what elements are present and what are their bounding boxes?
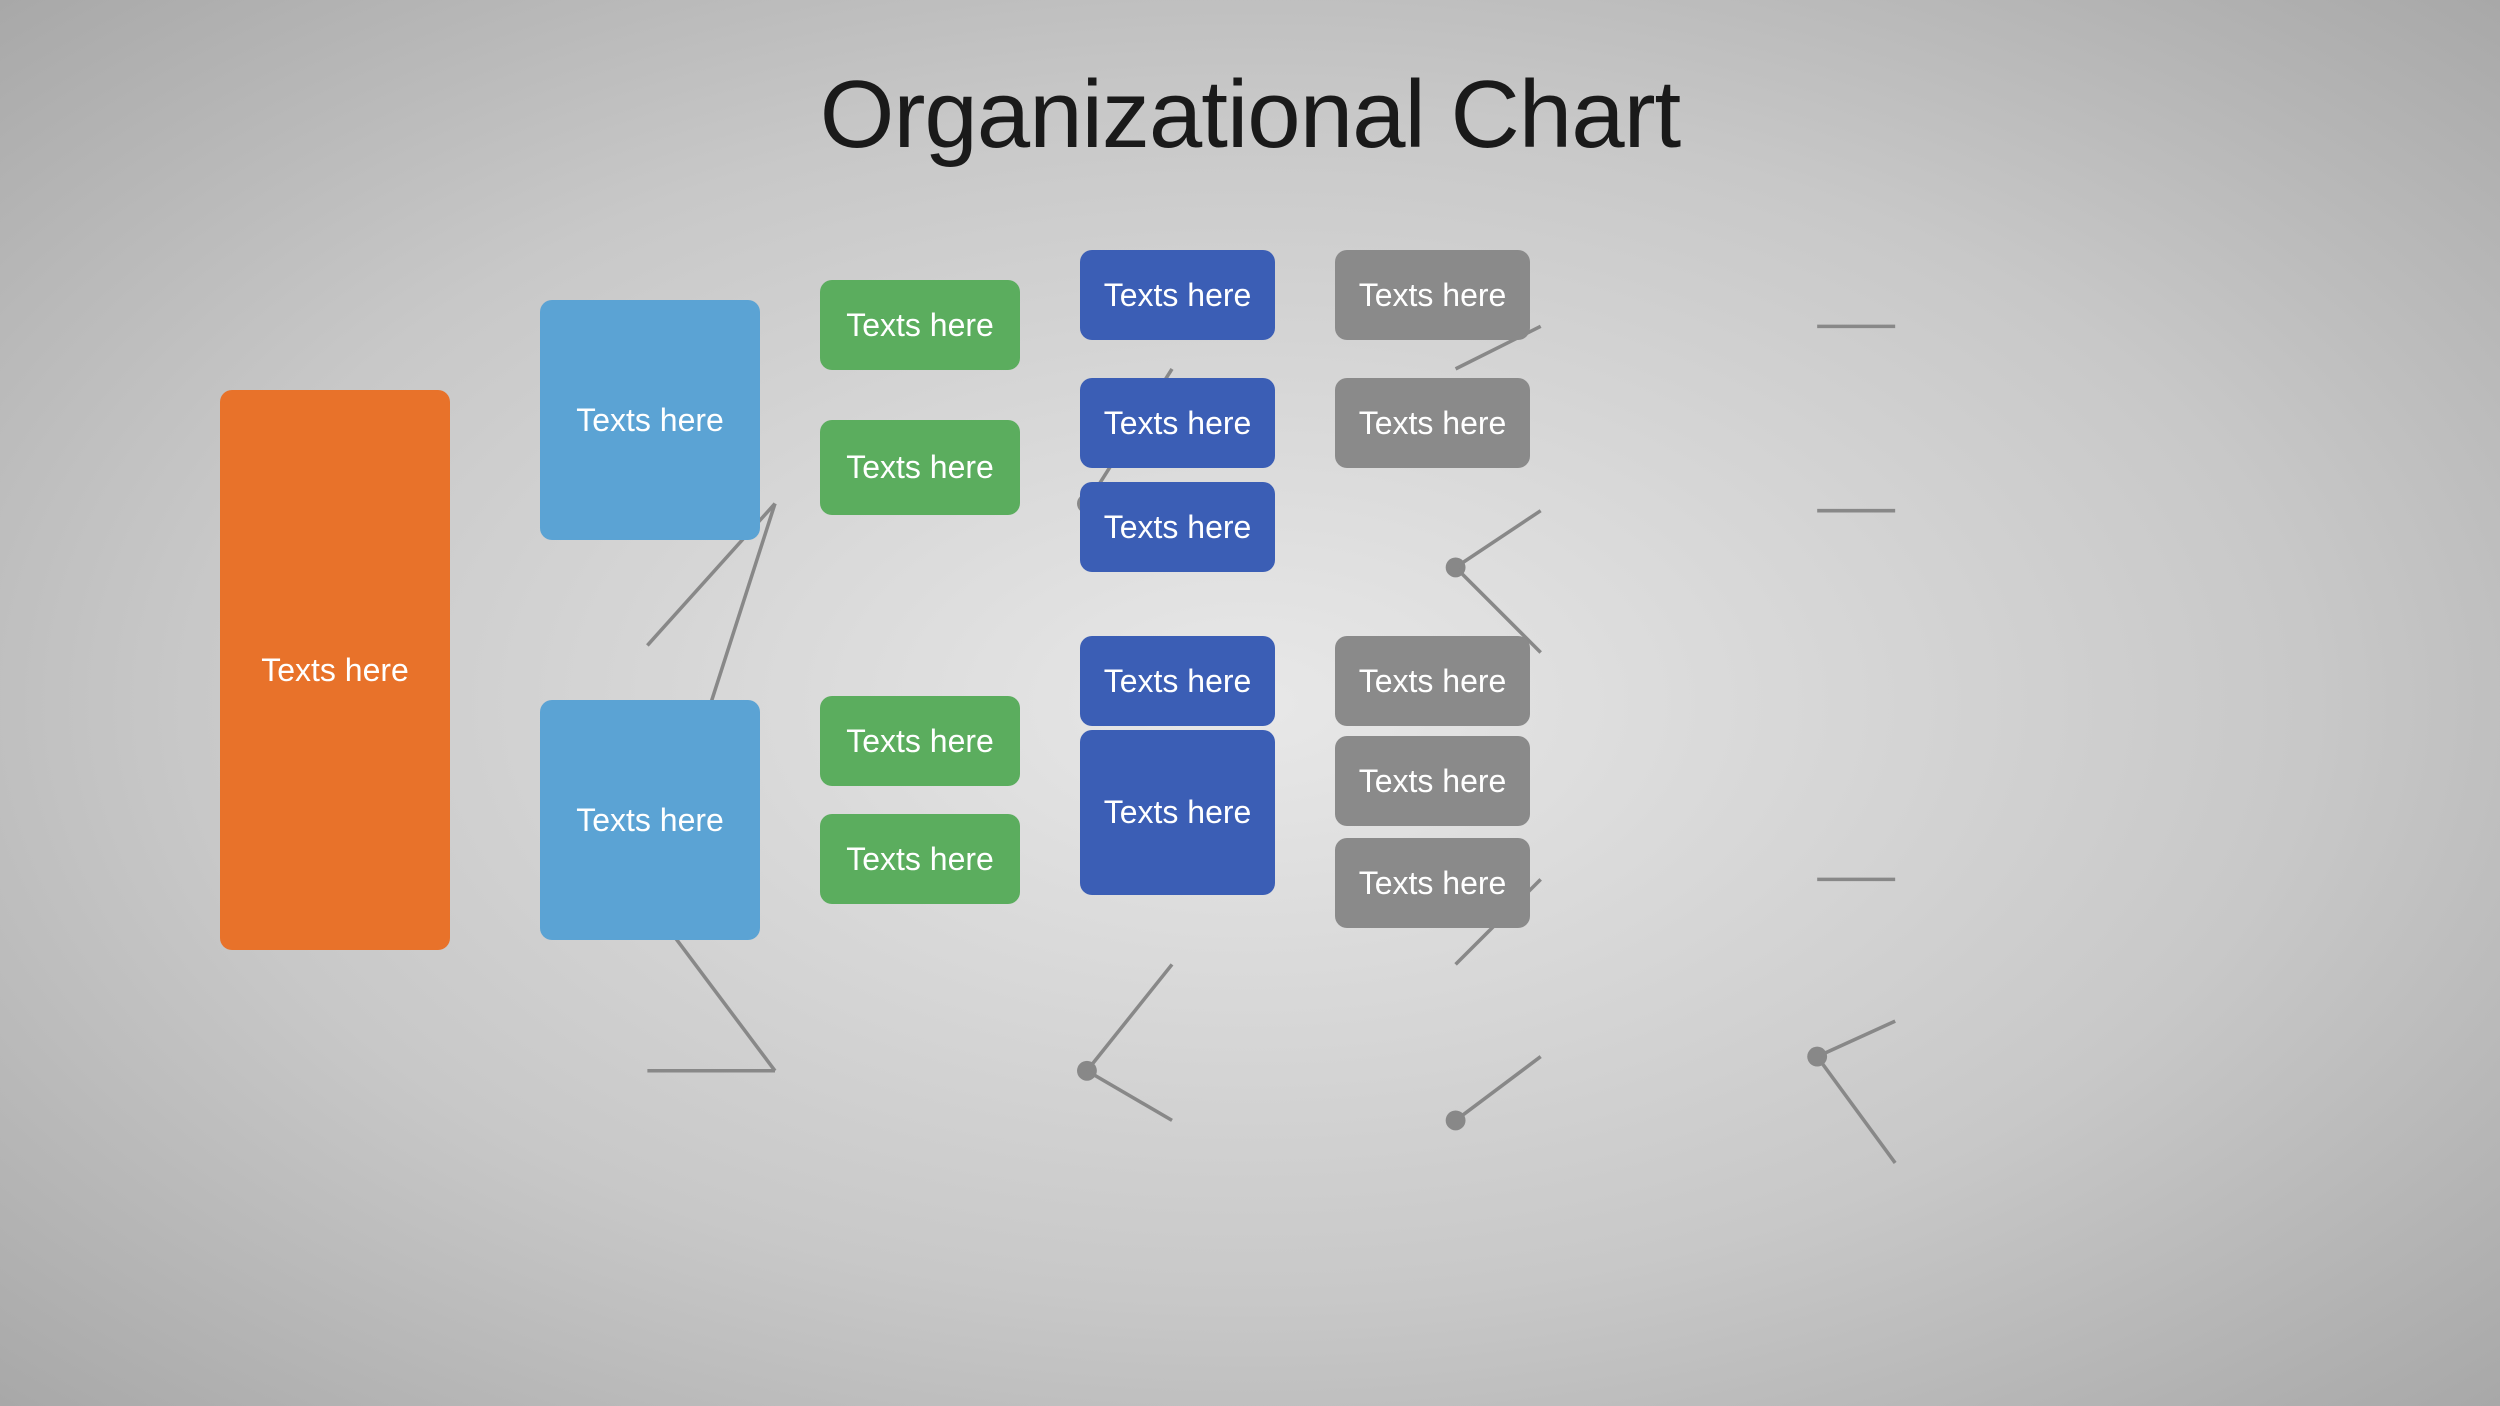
blue2-label: Texts here	[1104, 405, 1252, 442]
green4-label: Texts here	[846, 841, 994, 878]
green2-node[interactable]: Texts here	[820, 420, 1020, 515]
gray4-label: Texts here	[1359, 763, 1507, 800]
green1-node[interactable]: Texts here	[820, 280, 1020, 370]
green3-node[interactable]: Texts here	[820, 696, 1020, 786]
branch1-label: Texts here	[576, 402, 724, 439]
branch2-label: Texts here	[576, 802, 724, 839]
blue1-label: Texts here	[1104, 277, 1252, 314]
blue5-label: Texts here	[1104, 794, 1252, 831]
green4-node[interactable]: Texts here	[820, 814, 1020, 904]
blue1-node[interactable]: Texts here	[1080, 250, 1275, 340]
root-label: Texts here	[261, 652, 409, 689]
branch1-node[interactable]: Texts here	[540, 300, 760, 540]
blue4-label: Texts here	[1104, 663, 1252, 700]
page-title: Organizational Chart	[0, 0, 2500, 170]
green1-label: Texts here	[846, 307, 994, 344]
blue2-node[interactable]: Texts here	[1080, 378, 1275, 468]
blue5-node[interactable]: Texts here	[1080, 730, 1275, 895]
gray2-node[interactable]: Texts here	[1335, 378, 1530, 468]
gray2-label: Texts here	[1359, 405, 1507, 442]
branch2-node[interactable]: Texts here	[540, 700, 760, 940]
blue3-node[interactable]: Texts here	[1080, 482, 1275, 572]
blue3-label: Texts here	[1104, 509, 1252, 546]
green2-label: Texts here	[846, 449, 994, 486]
blue4-node[interactable]: Texts here	[1080, 636, 1275, 726]
green3-label: Texts here	[846, 723, 994, 760]
gray3-node[interactable]: Texts here	[1335, 636, 1530, 726]
chart-area: line { stroke: #888; stroke-width: 2.5; …	[160, 220, 2340, 1326]
gray5-node[interactable]: Texts here	[1335, 838, 1530, 928]
root-node[interactable]: Texts here	[220, 390, 450, 950]
gray3-label: Texts here	[1359, 663, 1507, 700]
gray1-label: Texts here	[1359, 277, 1507, 314]
gray1-node[interactable]: Texts here	[1335, 250, 1530, 340]
gray5-label: Texts here	[1359, 865, 1507, 902]
gray4-node[interactable]: Texts here	[1335, 736, 1530, 826]
